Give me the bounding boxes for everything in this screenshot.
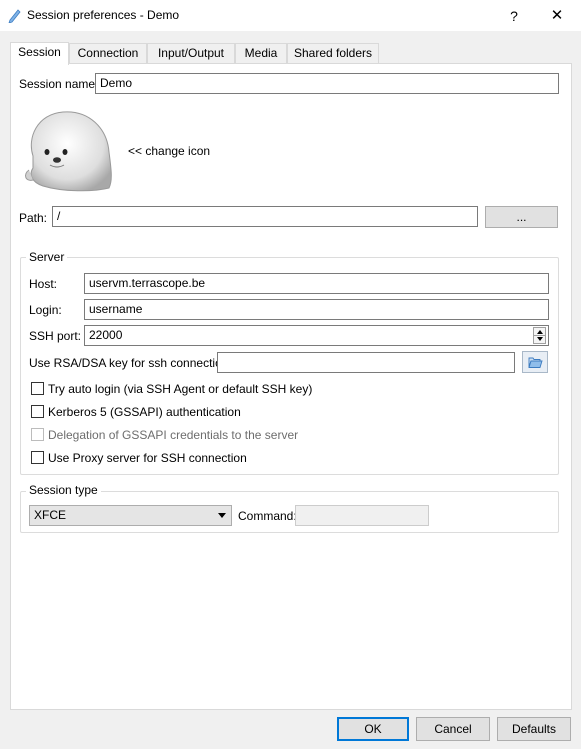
browse-path-button[interactable]: ...	[485, 206, 558, 228]
tab-connection[interactable]: Connection	[69, 43, 147, 64]
rsa-key-input[interactable]	[217, 352, 515, 373]
host-label: Host:	[29, 277, 58, 291]
path-label: Path:	[19, 211, 48, 225]
close-button[interactable]: ✕	[542, 4, 572, 28]
session-type-value: XFCE	[34, 508, 67, 522]
session-tab-panel: Session name: Demo << change icon Path: …	[10, 63, 572, 710]
login-label: Login:	[29, 303, 62, 317]
host-input[interactable]: uservm.terrascope.be	[84, 273, 549, 294]
proxy-checkbox[interactable]	[31, 451, 44, 464]
spin-up-icon[interactable]	[537, 330, 543, 334]
tab-input-output[interactable]: Input/Output	[147, 43, 235, 64]
ssh-port-spinner[interactable]	[533, 327, 546, 344]
tab-shared-folders[interactable]: Shared folders	[287, 43, 379, 64]
session-type-group-title: Session type	[26, 483, 101, 497]
chevron-down-icon	[218, 513, 226, 518]
rsa-key-label: Use RSA/DSA key for ssh connection:	[29, 356, 232, 370]
ssh-port-input[interactable]: 22000	[84, 325, 549, 346]
seal-icon[interactable]	[23, 108, 115, 192]
command-input	[295, 505, 429, 526]
path-input[interactable]: /	[52, 206, 478, 227]
proxy-label: Use Proxy server for SSH connection	[48, 451, 247, 465]
window-title: Session preferences - Demo	[27, 8, 180, 22]
session-name-input[interactable]: Demo	[95, 73, 559, 94]
login-input[interactable]: username	[84, 299, 549, 320]
session-type-select[interactable]: XFCE	[29, 505, 232, 526]
spin-separator	[534, 335, 545, 336]
ok-button[interactable]: OK	[337, 717, 409, 741]
help-button[interactable]: ?	[499, 4, 529, 28]
spin-down-icon[interactable]	[537, 337, 543, 341]
kerberos-label: Kerberos 5 (GSSAPI) authentication	[48, 405, 241, 419]
session-name-label: Session name:	[19, 77, 99, 91]
server-group-title: Server	[26, 250, 68, 264]
title-bar: Session preferences - Demo ? ✕	[0, 0, 581, 31]
kerberos-checkbox[interactable]	[31, 405, 44, 418]
command-label: Command:	[238, 509, 297, 523]
tab-media[interactable]: Media	[235, 43, 287, 64]
tab-session[interactable]: Session	[10, 42, 69, 65]
folder-open-icon	[528, 357, 543, 368]
change-icon-link[interactable]: << change icon	[128, 144, 210, 158]
gssapi-delegation-checkbox	[31, 428, 44, 441]
auto-login-checkbox[interactable]	[31, 382, 44, 395]
gssapi-delegation-label: Delegation of GSSAPI credentials to the …	[48, 428, 299, 442]
defaults-button[interactable]: Defaults	[497, 717, 571, 741]
ssh-port-label: SSH port:	[29, 329, 82, 343]
browse-key-button[interactable]	[522, 351, 548, 373]
pen-icon	[8, 9, 21, 23]
auto-login-label: Try auto login (via SSH Agent or default…	[48, 382, 313, 396]
cancel-button[interactable]: Cancel	[416, 717, 490, 741]
